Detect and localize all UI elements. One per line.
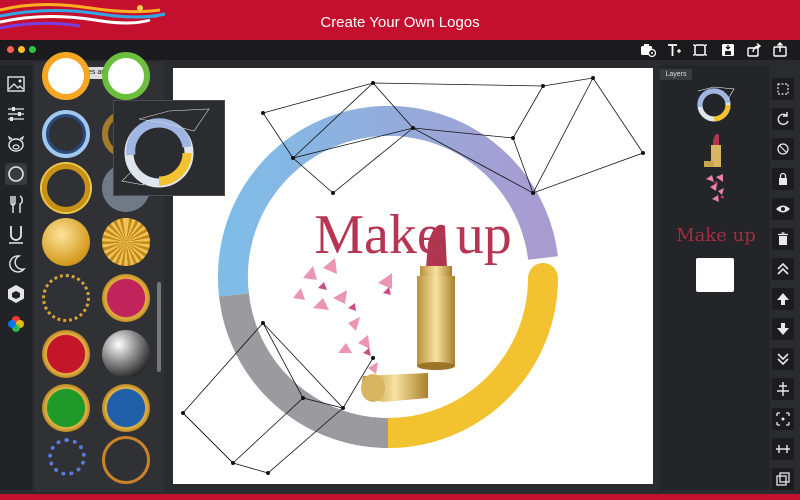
butterflies-graphic — [293, 258, 392, 374]
left-toolbar — [0, 65, 32, 490]
layers-tab[interactable]: Layers — [660, 69, 692, 80]
shape-item[interactable] — [42, 52, 90, 100]
design-canvas[interactable]: Make up — [173, 68, 653, 484]
shape-item[interactable] — [42, 218, 90, 266]
u-shape-icon[interactable] — [5, 223, 27, 245]
color-wheel-icon[interactable] — [5, 313, 27, 335]
cube-icon[interactable] — [5, 283, 27, 305]
shape-item[interactable] — [102, 330, 150, 378]
logo-artwork[interactable] — [173, 68, 653, 484]
add-text-icon[interactable] — [666, 42, 682, 58]
select-icon[interactable] — [772, 78, 794, 100]
shapes-scrollbar[interactable] — [157, 282, 161, 372]
logo-text[interactable]: Make up — [173, 203, 653, 267]
rotate-ccw-icon[interactable] — [772, 138, 794, 160]
close-window-button[interactable] — [7, 46, 14, 53]
app-window: pheres and Circle Make up Layers Make up — [0, 40, 800, 494]
shape-item[interactable] — [42, 164, 90, 212]
cutlery-icon[interactable] — [5, 193, 27, 215]
zoom-window-button[interactable] — [29, 46, 36, 53]
preview-thumbnail — [121, 108, 210, 188]
camera-settings-icon[interactable] — [640, 42, 657, 58]
shape-item[interactable] — [102, 218, 150, 266]
shape-item[interactable] — [42, 384, 90, 432]
sliders-icon[interactable] — [5, 103, 27, 125]
align-icon[interactable] — [772, 378, 794, 400]
shape-item[interactable] — [102, 384, 150, 432]
pig-icon[interactable] — [5, 133, 27, 155]
layer-butterflies[interactable] — [702, 173, 730, 209]
layer-ring[interactable] — [694, 85, 736, 125]
banner-title: Create Your Own Logos — [320, 14, 480, 31]
save-icon[interactable] — [720, 42, 736, 58]
minimize-window-button[interactable] — [18, 46, 25, 53]
shape-item[interactable] — [102, 52, 150, 100]
move-top-icon[interactable] — [772, 258, 794, 280]
distribute-icon[interactable] — [772, 438, 794, 460]
layers-panel: Layers Make up — [660, 65, 770, 490]
right-toolbar — [772, 78, 796, 490]
move-bottom-icon[interactable] — [772, 348, 794, 370]
move-up-icon[interactable] — [772, 288, 794, 310]
lock-icon[interactable] — [772, 168, 794, 190]
shape-item[interactable] — [102, 436, 150, 484]
shape-item[interactable] — [42, 274, 90, 322]
shape-item[interactable] — [42, 330, 90, 378]
moon-icon[interactable] — [5, 253, 27, 275]
move-down-icon[interactable] — [772, 318, 794, 340]
rotate-icon[interactable] — [772, 108, 794, 130]
duplicate-icon[interactable] — [772, 468, 794, 490]
layer-lipstick[interactable] — [702, 131, 728, 171]
circle-icon[interactable] — [5, 163, 27, 185]
share-icon[interactable] — [746, 42, 762, 58]
shape-preview-popup — [113, 100, 225, 196]
shape-item[interactable] — [102, 274, 150, 322]
export-icon[interactable] — [772, 42, 788, 58]
crop-frame-icon[interactable] — [692, 42, 708, 58]
image-icon[interactable] — [5, 73, 27, 95]
shape-item[interactable] — [42, 110, 90, 158]
layer-text-item[interactable]: Make up — [676, 225, 756, 246]
app-banner: Create Your Own Logos — [0, 0, 800, 44]
trash-icon[interactable] — [772, 228, 794, 250]
center-icon[interactable] — [772, 408, 794, 430]
eye-icon[interactable] — [772, 198, 794, 220]
shape-item[interactable] — [48, 438, 86, 476]
layer-background[interactable] — [696, 258, 734, 292]
